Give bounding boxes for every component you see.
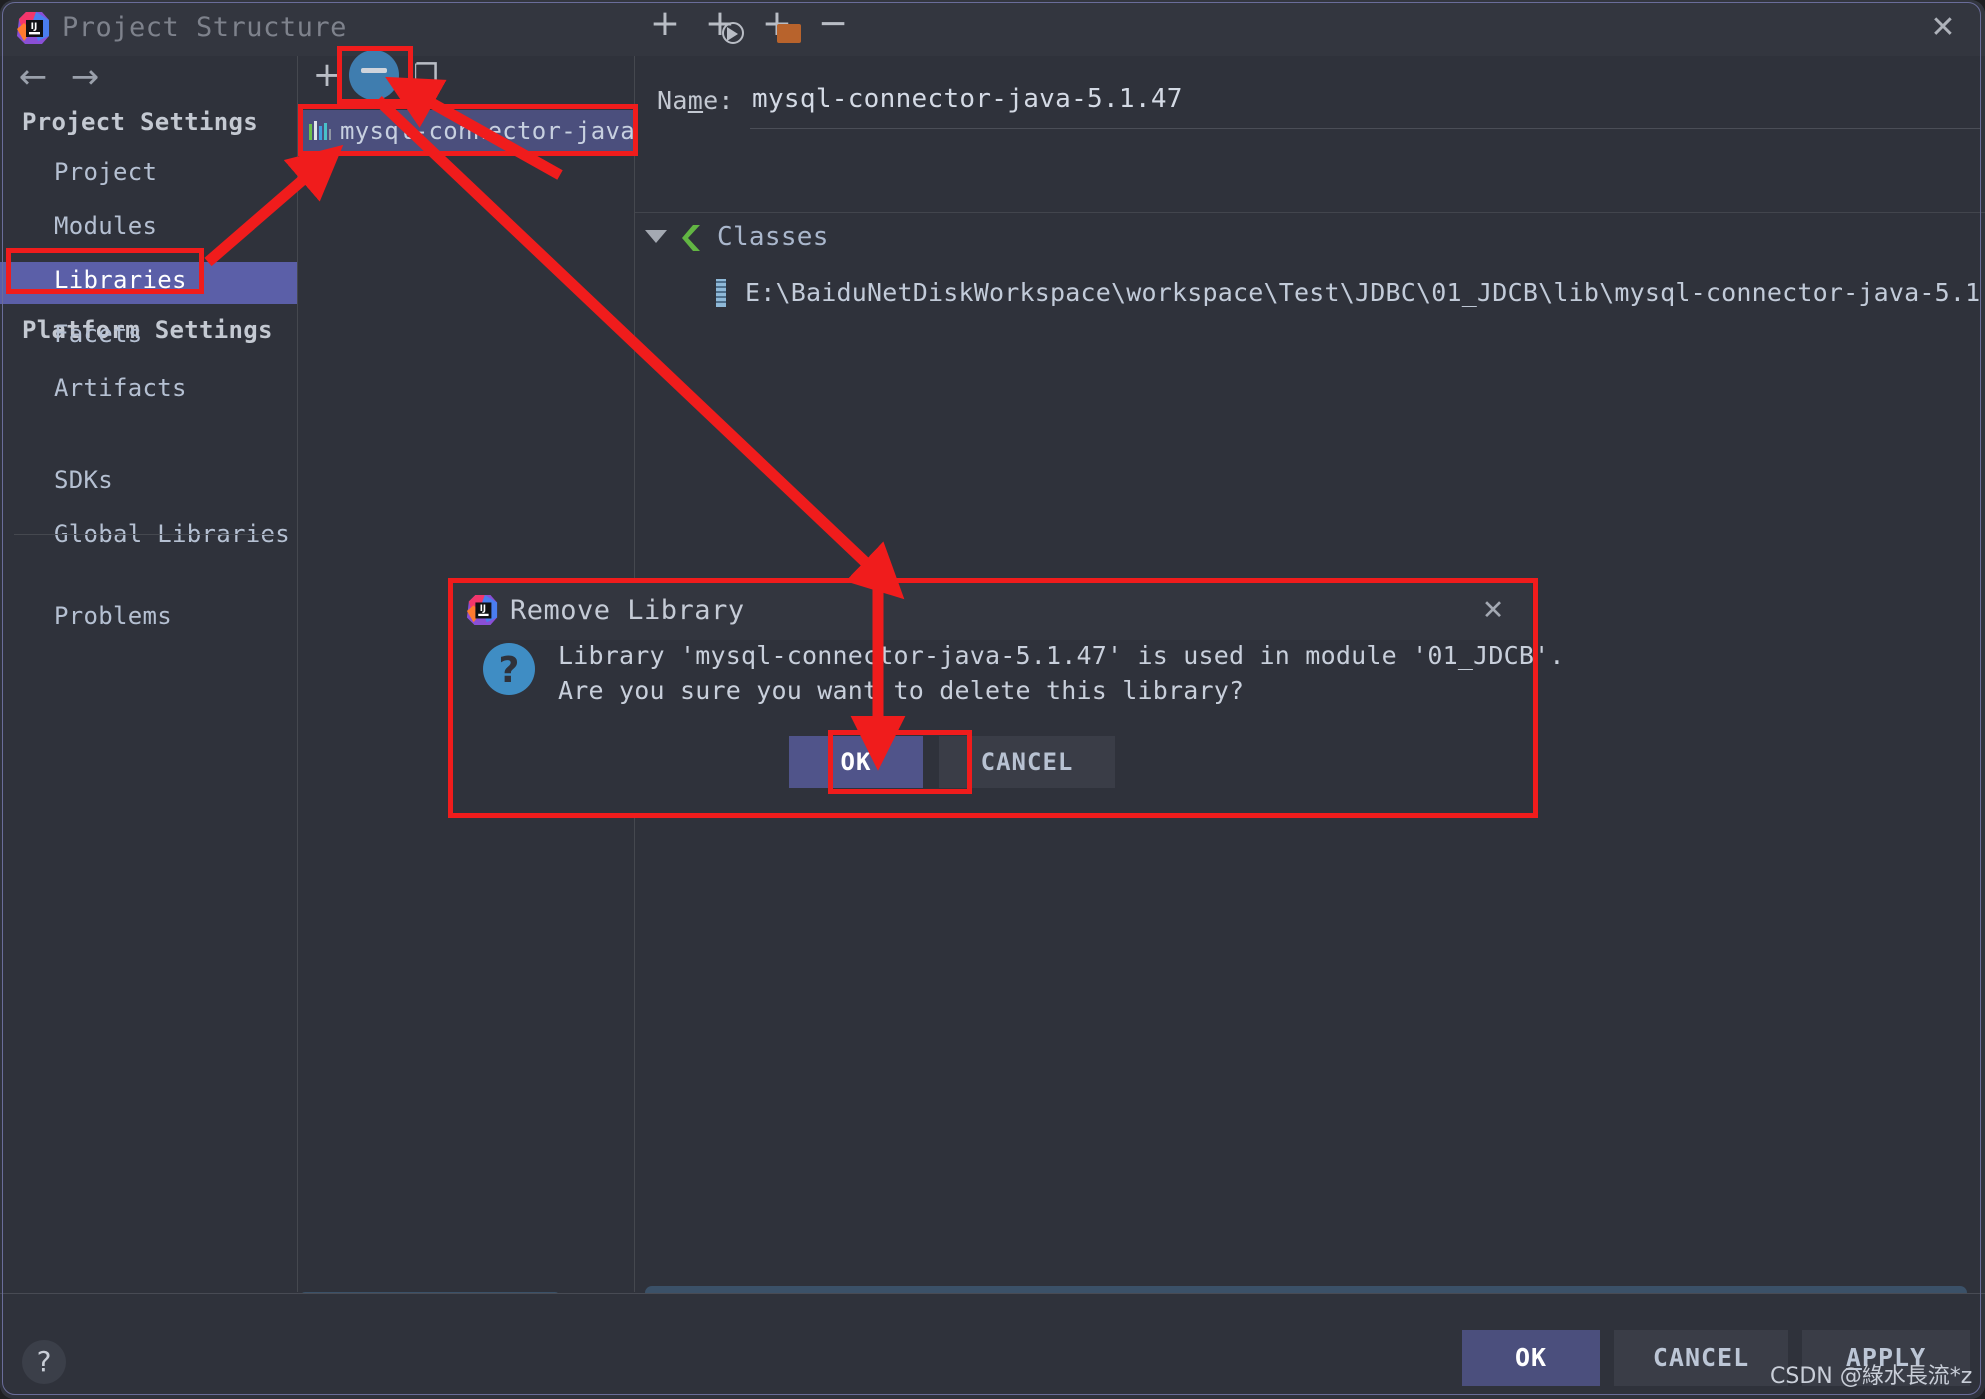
ok-button[interactable]: OK bbox=[1462, 1330, 1600, 1386]
svg-text:IJ: IJ bbox=[480, 603, 486, 613]
dialog-title: Remove Library bbox=[510, 595, 745, 626]
list-item[interactable]: mysql-connector-java- bbox=[300, 110, 649, 152]
dialog-ok-button[interactable]: OK bbox=[789, 736, 923, 788]
remove-library-button[interactable] bbox=[349, 50, 399, 100]
svg-text:?: ? bbox=[499, 650, 520, 691]
close-icon[interactable]: ✕ bbox=[1474, 592, 1512, 630]
window-titlebar: IJ Project Structure ✕ bbox=[0, 0, 1985, 56]
sidebar-item-artifacts[interactable]: Artifacts bbox=[54, 374, 187, 402]
folder-badge-icon bbox=[777, 24, 801, 43]
add-classes-button[interactable]: + bbox=[645, 0, 685, 48]
tree-root-row[interactable]: Classes bbox=[645, 222, 1985, 262]
tree-root-label: Classes bbox=[717, 222, 829, 252]
sidebar-item-project[interactable]: Project bbox=[54, 158, 157, 186]
forward-arrow-icon[interactable]: → bbox=[62, 56, 108, 100]
name-input-underline bbox=[750, 128, 1980, 129]
csdn-watermark: CSDN @綠水長流*z bbox=[1770, 1364, 1973, 1389]
classes-folder-icon bbox=[675, 222, 707, 254]
dialog-message: Library 'mysql-connector-java-5.1.47' is… bbox=[558, 641, 1565, 705]
back-arrow-icon[interactable]: ← bbox=[10, 56, 56, 100]
sidebar-item-modules[interactable]: Modules bbox=[54, 212, 157, 240]
tree-jar-path: E:\BaiduNetDiskWorkspace\workspace\Test\… bbox=[745, 278, 1985, 307]
page-title: Project Structure bbox=[62, 12, 347, 43]
minus-icon bbox=[361, 68, 387, 73]
list-item-label: mysql-connector-java- bbox=[340, 117, 650, 145]
footer-divider bbox=[0, 1293, 1985, 1294]
sidebar-group-0: Project Settings bbox=[22, 108, 258, 136]
remove-library-dialog: IJ Remove Library ✕ ? Library 'mysql-con… bbox=[452, 582, 1564, 814]
library-bars-icon bbox=[308, 120, 332, 142]
tree-jar-row[interactable]: E:\BaiduNetDiskWorkspace\workspace\Test\… bbox=[645, 278, 1985, 318]
classes-toolbar bbox=[635, 150, 1985, 212]
remove-classes-button[interactable]: − bbox=[813, 0, 853, 48]
dialog-cancel-button[interactable]: CANCEL bbox=[939, 736, 1115, 788]
name-input[interactable]: mysql-connector-java-5.1.47 bbox=[752, 84, 1183, 114]
sidebar-section-divider bbox=[14, 534, 274, 535]
sidebar-item-facets[interactable]: Facets bbox=[54, 320, 143, 348]
settings-sidebar: Project Settings Platform Settings Project… bbox=[0, 100, 298, 1295]
sidebar-item-sdks[interactable]: SDKs bbox=[54, 466, 113, 494]
cancel-button[interactable]: CANCEL bbox=[1614, 1330, 1788, 1386]
navigation-bar: ← → bbox=[0, 56, 298, 100]
help-button[interactable]: ? bbox=[22, 1340, 66, 1384]
dialog-titlebar: IJ Remove Library ✕ bbox=[452, 582, 1532, 640]
sidebar-item-problems[interactable]: Problems bbox=[54, 602, 172, 630]
chevron-down-icon[interactable] bbox=[645, 230, 667, 243]
add-library-button[interactable]: + bbox=[310, 58, 344, 92]
intellij-idea-icon: IJ bbox=[16, 11, 50, 45]
project-structure-window: IJ Project Structure ✕ ← → Project Setti… bbox=[0, 0, 1985, 1399]
intellij-idea-icon: IJ bbox=[466, 594, 498, 626]
jar-file-icon bbox=[713, 279, 729, 307]
question-circle-icon: ? bbox=[480, 640, 538, 698]
sidebar-item-libraries[interactable]: Libraries bbox=[54, 266, 187, 294]
url-badge-icon bbox=[722, 22, 744, 44]
close-icon[interactable]: ✕ bbox=[1923, 8, 1963, 48]
library-toolbar-separator bbox=[298, 104, 634, 105]
name-field-label: Name: bbox=[657, 86, 734, 115]
classes-toolbar-separator bbox=[635, 212, 1985, 213]
svg-text:IJ: IJ bbox=[31, 22, 38, 32]
copy-library-button[interactable]: ❐ bbox=[409, 58, 443, 92]
